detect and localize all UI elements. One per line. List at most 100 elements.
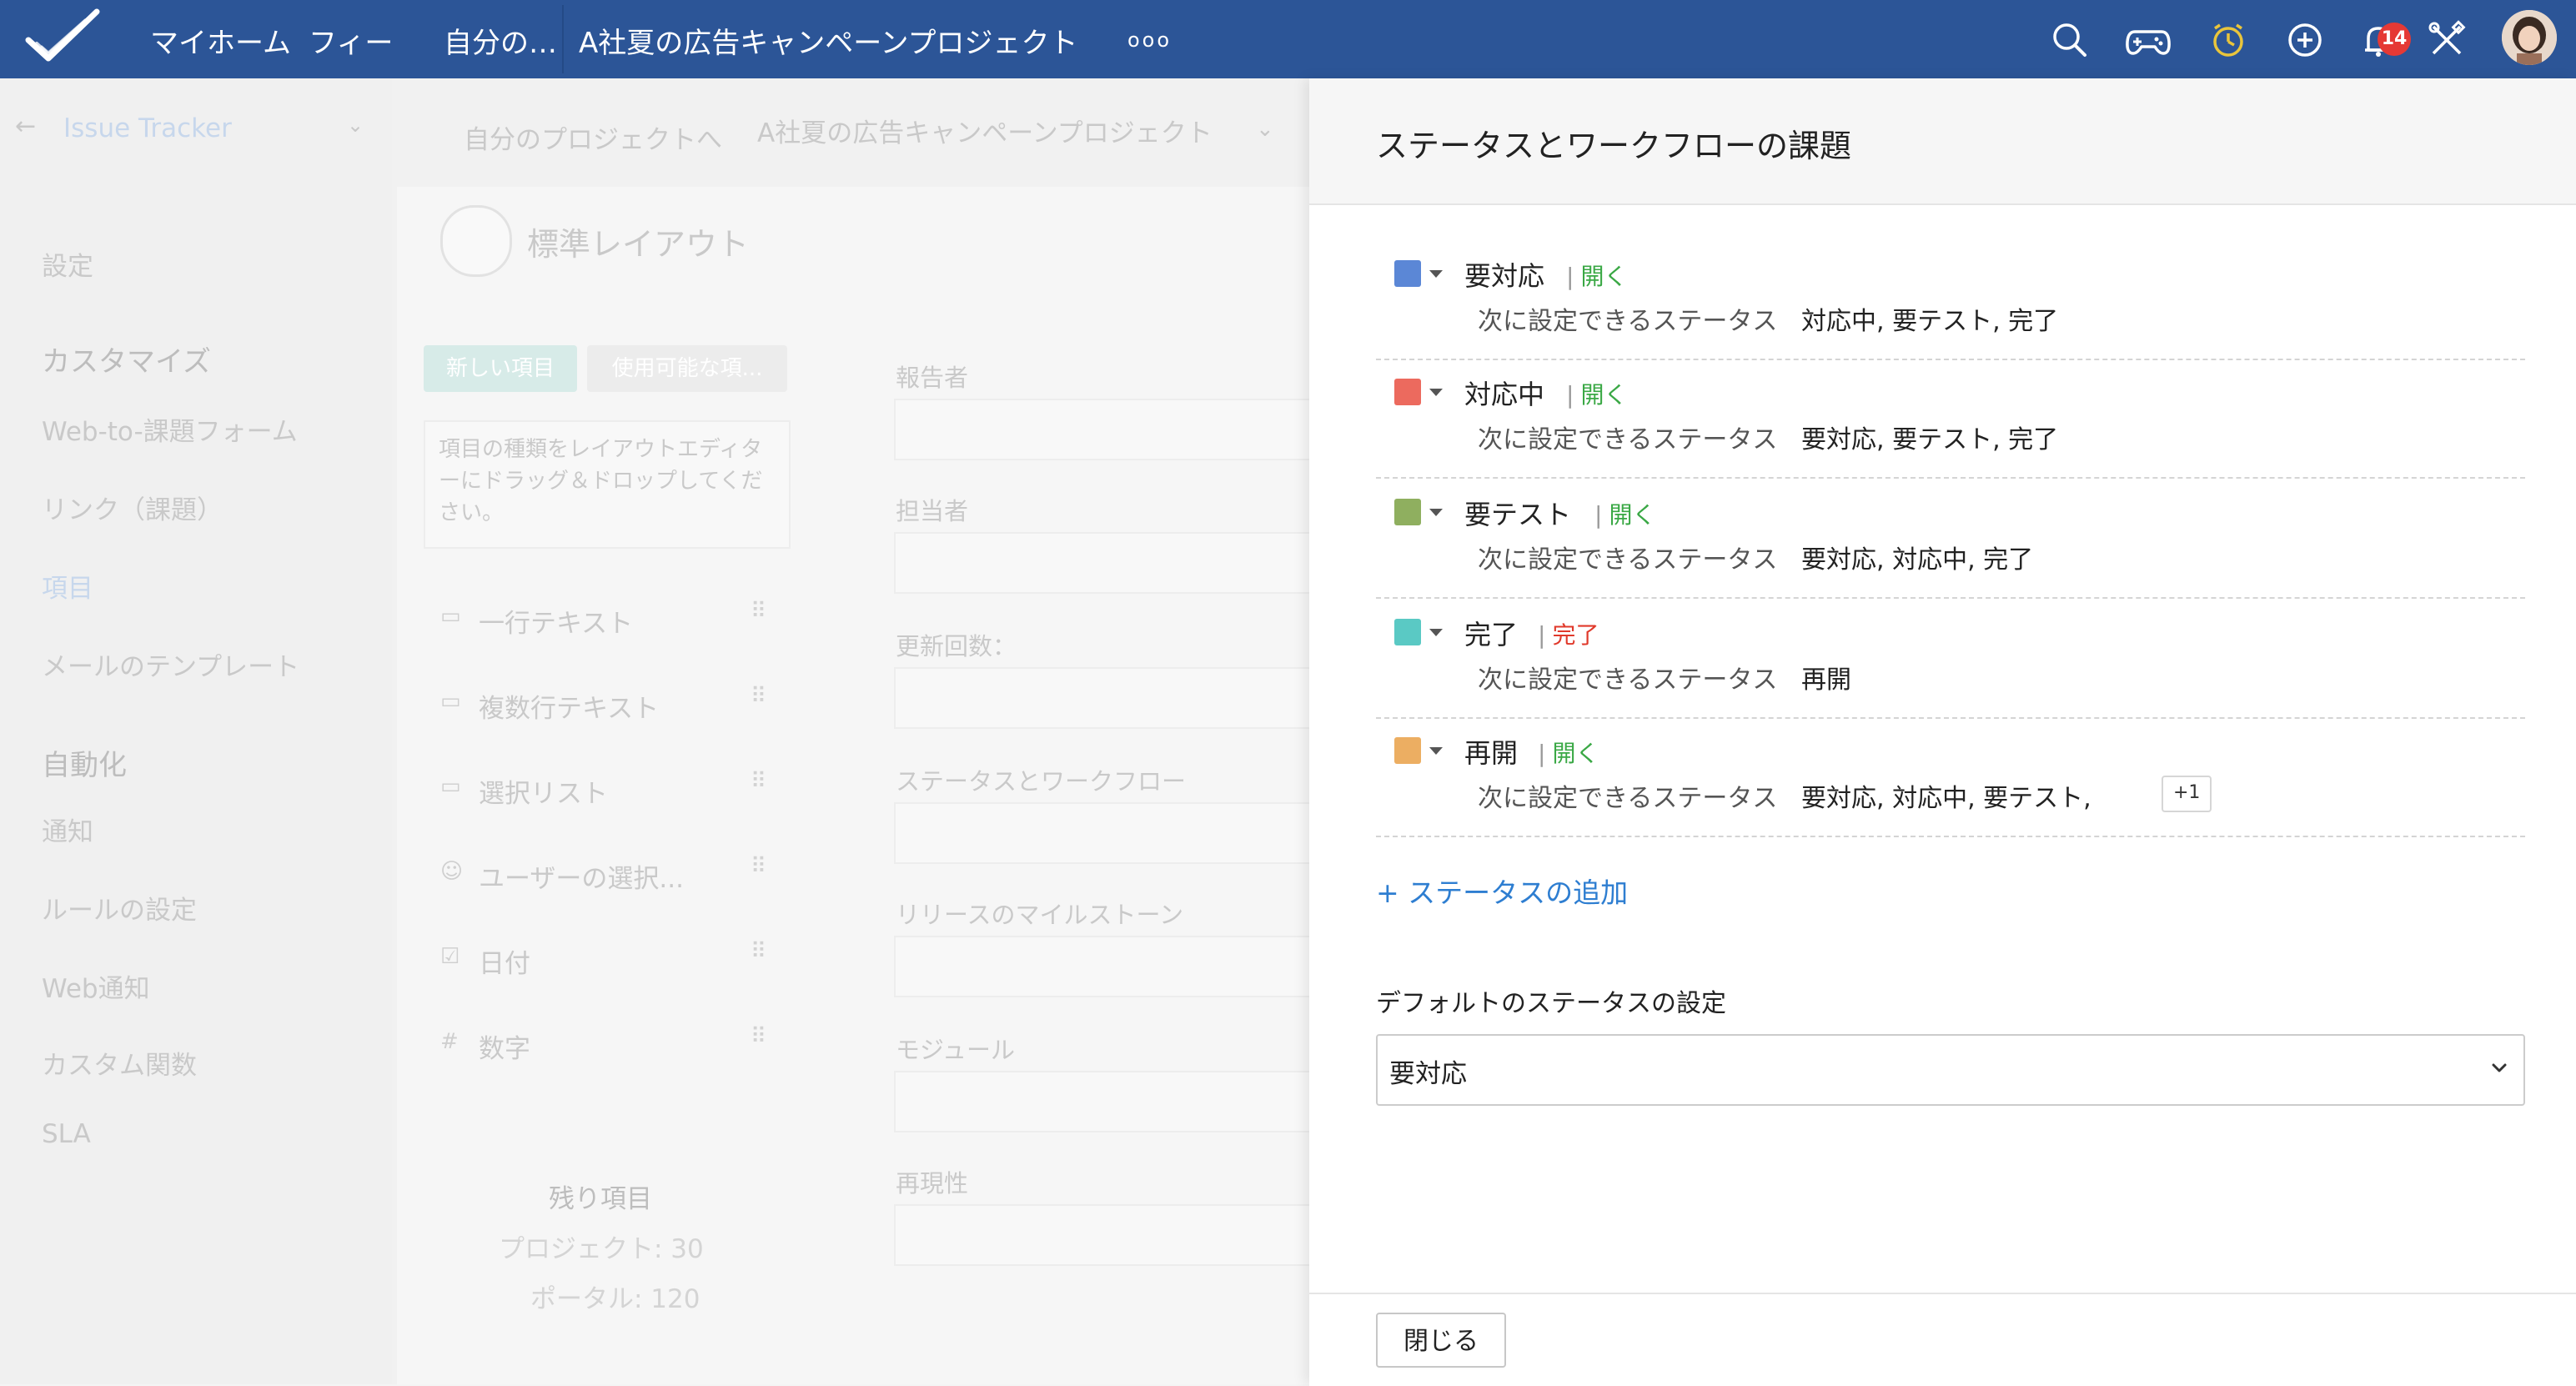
user-avatar[interactable]: [2502, 10, 2557, 65]
field-type-item[interactable]: ☺ ユーザーの選択... ⠿: [440, 851, 791, 901]
default-status-select[interactable]: 要対応: [1376, 1034, 2525, 1106]
nav-divider: [562, 5, 564, 73]
form-field-input[interactable]: [894, 399, 1313, 460]
sidebar-item-mail-templates[interactable]: メールのテンプレート: [42, 645, 299, 683]
drag-handle-icon[interactable]: ⠿: [751, 769, 766, 794]
color-dropdown-caret-icon[interactable]: [1429, 747, 1443, 755]
form-field-input[interactable]: [894, 532, 1313, 594]
status-name[interactable]: 再開: [1464, 732, 1518, 771]
remaining-project-count: プロジェクト: 30: [499, 1234, 704, 1264]
field-type-item[interactable]: ☑ 日付 ⠿: [440, 936, 791, 986]
sidebar-item-sla[interactable]: SLA: [42, 1119, 91, 1149]
timer-icon[interactable]: [2203, 15, 2253, 65]
tab-available-fields[interactable]: 使用可能な項...: [587, 345, 787, 392]
gamepad-icon[interactable]: [2123, 15, 2173, 65]
breadcrumb-back-link[interactable]: 自分のプロジェクトへ: [464, 118, 722, 156]
drag-handle-icon[interactable]: ⠿: [751, 1024, 766, 1049]
color-dropdown-caret-icon[interactable]: [1429, 629, 1443, 636]
field-type-item[interactable]: # 数字 ⠿: [440, 1021, 791, 1071]
status-row: 完了 | 完了 次に設定できるステータス 再開: [1376, 600, 2525, 719]
app-switcher-label[interactable]: Issue Tracker: [63, 113, 232, 143]
drag-handle-icon[interactable]: ⠿: [751, 599, 766, 624]
sidebar-section-customize: カスタマイズ: [42, 345, 211, 379]
form-field-input[interactable]: [894, 1071, 1313, 1132]
default-status-value: 要対応: [1389, 1059, 1467, 1089]
form-field-input[interactable]: [894, 1204, 1313, 1266]
sidebar-section-automation: 自動化: [42, 749, 127, 782]
drag-handle-icon[interactable]: ⠿: [751, 684, 766, 709]
status-type[interactable]: | 開く: [1566, 377, 1627, 410]
date-icon: ☑: [440, 944, 460, 969]
sidebar-item-custom-functions[interactable]: カスタム関数: [42, 1044, 197, 1082]
field-type-item[interactable]: ▭ 選択リスト ⠿: [440, 766, 791, 816]
next-status-label: 次に設定できるステータス: [1478, 665, 1778, 695]
status-color-swatch[interactable]: [1394, 379, 1421, 405]
next-status-values[interactable]: 要対応, 要テスト, 完了: [1801, 419, 2058, 455]
sidebar-item-web-notifications[interactable]: Web通知: [42, 967, 150, 1005]
tab-new-field[interactable]: 新しい項目: [424, 345, 577, 392]
project-chevron-icon[interactable]: ⌄: [1256, 117, 1274, 142]
drag-hint-text: 項目の種類をレイアウトエディターにドラッグ＆ドロップしてください。: [439, 437, 763, 525]
tools-icon[interactable]: [2422, 15, 2472, 65]
status-type[interactable]: | 開く: [1594, 497, 1655, 530]
form-field-input[interactable]: [894, 936, 1313, 997]
field-type-item[interactable]: ▭ 複数行テキスト ⠿: [440, 680, 791, 731]
app-switcher-chevron-icon[interactable]: ⌄: [347, 113, 364, 137]
sidebar-item-web-to-issue[interactable]: Web-to-課題フォーム: [42, 410, 298, 448]
drag-handle-icon[interactable]: ⠿: [751, 854, 766, 879]
form-field-label: 報告者: [896, 364, 969, 392]
next-status-label: 次に設定できるステータス: [1478, 784, 1778, 813]
status-name[interactable]: 要テスト: [1464, 494, 1571, 532]
more-menu-icon[interactable]: ooo: [1127, 28, 1172, 52]
next-status-label: 次に設定できるステータス: [1478, 307, 1778, 336]
single-line-text-icon: ▭: [440, 604, 461, 629]
field-type-label: 一行テキスト: [479, 609, 634, 639]
sidebar-item-notifications[interactable]: 通知: [42, 811, 93, 848]
status-name[interactable]: 対応中: [1464, 374, 1544, 412]
status-name[interactable]: 要対応: [1464, 255, 1544, 294]
drag-handle-icon[interactable]: ⠿: [751, 939, 766, 964]
app-logo-icon[interactable]: [23, 7, 103, 72]
panel-title: ステータスとワークフローの課題: [1376, 128, 1852, 164]
sidebar-item-settings[interactable]: 設定: [42, 245, 93, 283]
sidebar-item-rules[interactable]: ルールの設定: [42, 889, 197, 927]
layout-icon: [440, 205, 512, 277]
nav-current-project-link[interactable]: A社夏の広告キャンペーンプロジェクト: [579, 20, 1078, 61]
color-dropdown-caret-icon[interactable]: [1429, 270, 1443, 278]
status-color-swatch[interactable]: [1394, 737, 1421, 764]
field-type-label: 選択リスト: [479, 779, 608, 809]
drag-hint-box: 項目の種類をレイアウトエディターにドラッグ＆ドロップしてください。: [424, 420, 791, 549]
color-dropdown-caret-icon[interactable]: [1429, 389, 1443, 396]
status-type[interactable]: | 開く: [1538, 736, 1599, 769]
chevron-down-icon: [2487, 1056, 2512, 1081]
sidebar-item-fields[interactable]: 項目: [42, 567, 93, 605]
project-title[interactable]: A社夏の広告キャンペーンプロジェクト: [757, 112, 1213, 149]
status-color-swatch[interactable]: [1394, 499, 1421, 525]
field-type-label: ユーザーの選択...: [479, 864, 684, 894]
next-status-values[interactable]: 再開: [1801, 659, 1851, 696]
close-button[interactable]: 閉じる: [1376, 1313, 1506, 1368]
back-arrow-icon[interactable]: ←: [15, 112, 36, 141]
form-field-input[interactable]: [894, 802, 1313, 864]
form-field-input[interactable]: [894, 667, 1313, 729]
nav-my-projects-link[interactable]: 自分の…: [444, 20, 557, 61]
sidebar-item-links[interactable]: リンク（課題）: [42, 489, 223, 526]
remaining-fields-title: 残り項目: [549, 1184, 652, 1214]
field-type-item[interactable]: ▭ 一行テキスト ⠿: [440, 595, 791, 645]
nav-feed-link[interactable]: フィー: [309, 20, 393, 61]
status-name[interactable]: 完了: [1464, 614, 1518, 652]
status-type[interactable]: | 完了: [1538, 617, 1599, 650]
add-icon[interactable]: [2280, 15, 2330, 65]
status-color-swatch[interactable]: [1394, 619, 1421, 645]
add-status-link[interactable]: + ステータスの追加: [1376, 871, 1628, 911]
nav-home-link[interactable]: マイホーム: [150, 20, 291, 61]
status-color-swatch[interactable]: [1394, 260, 1421, 287]
search-icon[interactable]: [2045, 15, 2095, 65]
status-type[interactable]: | 開く: [1566, 259, 1627, 292]
next-status-values[interactable]: 対応中, 要テスト, 完了: [1801, 300, 2058, 337]
color-dropdown-caret-icon[interactable]: [1429, 509, 1443, 516]
next-status-values[interactable]: 要対応, 対応中, 完了: [1801, 539, 2033, 575]
next-status-values[interactable]: 要対応, 対応中, 要テスト,: [1801, 777, 2091, 814]
more-statuses-chip[interactable]: +1: [2162, 776, 2212, 812]
field-type-label: 数字: [479, 1034, 530, 1064]
